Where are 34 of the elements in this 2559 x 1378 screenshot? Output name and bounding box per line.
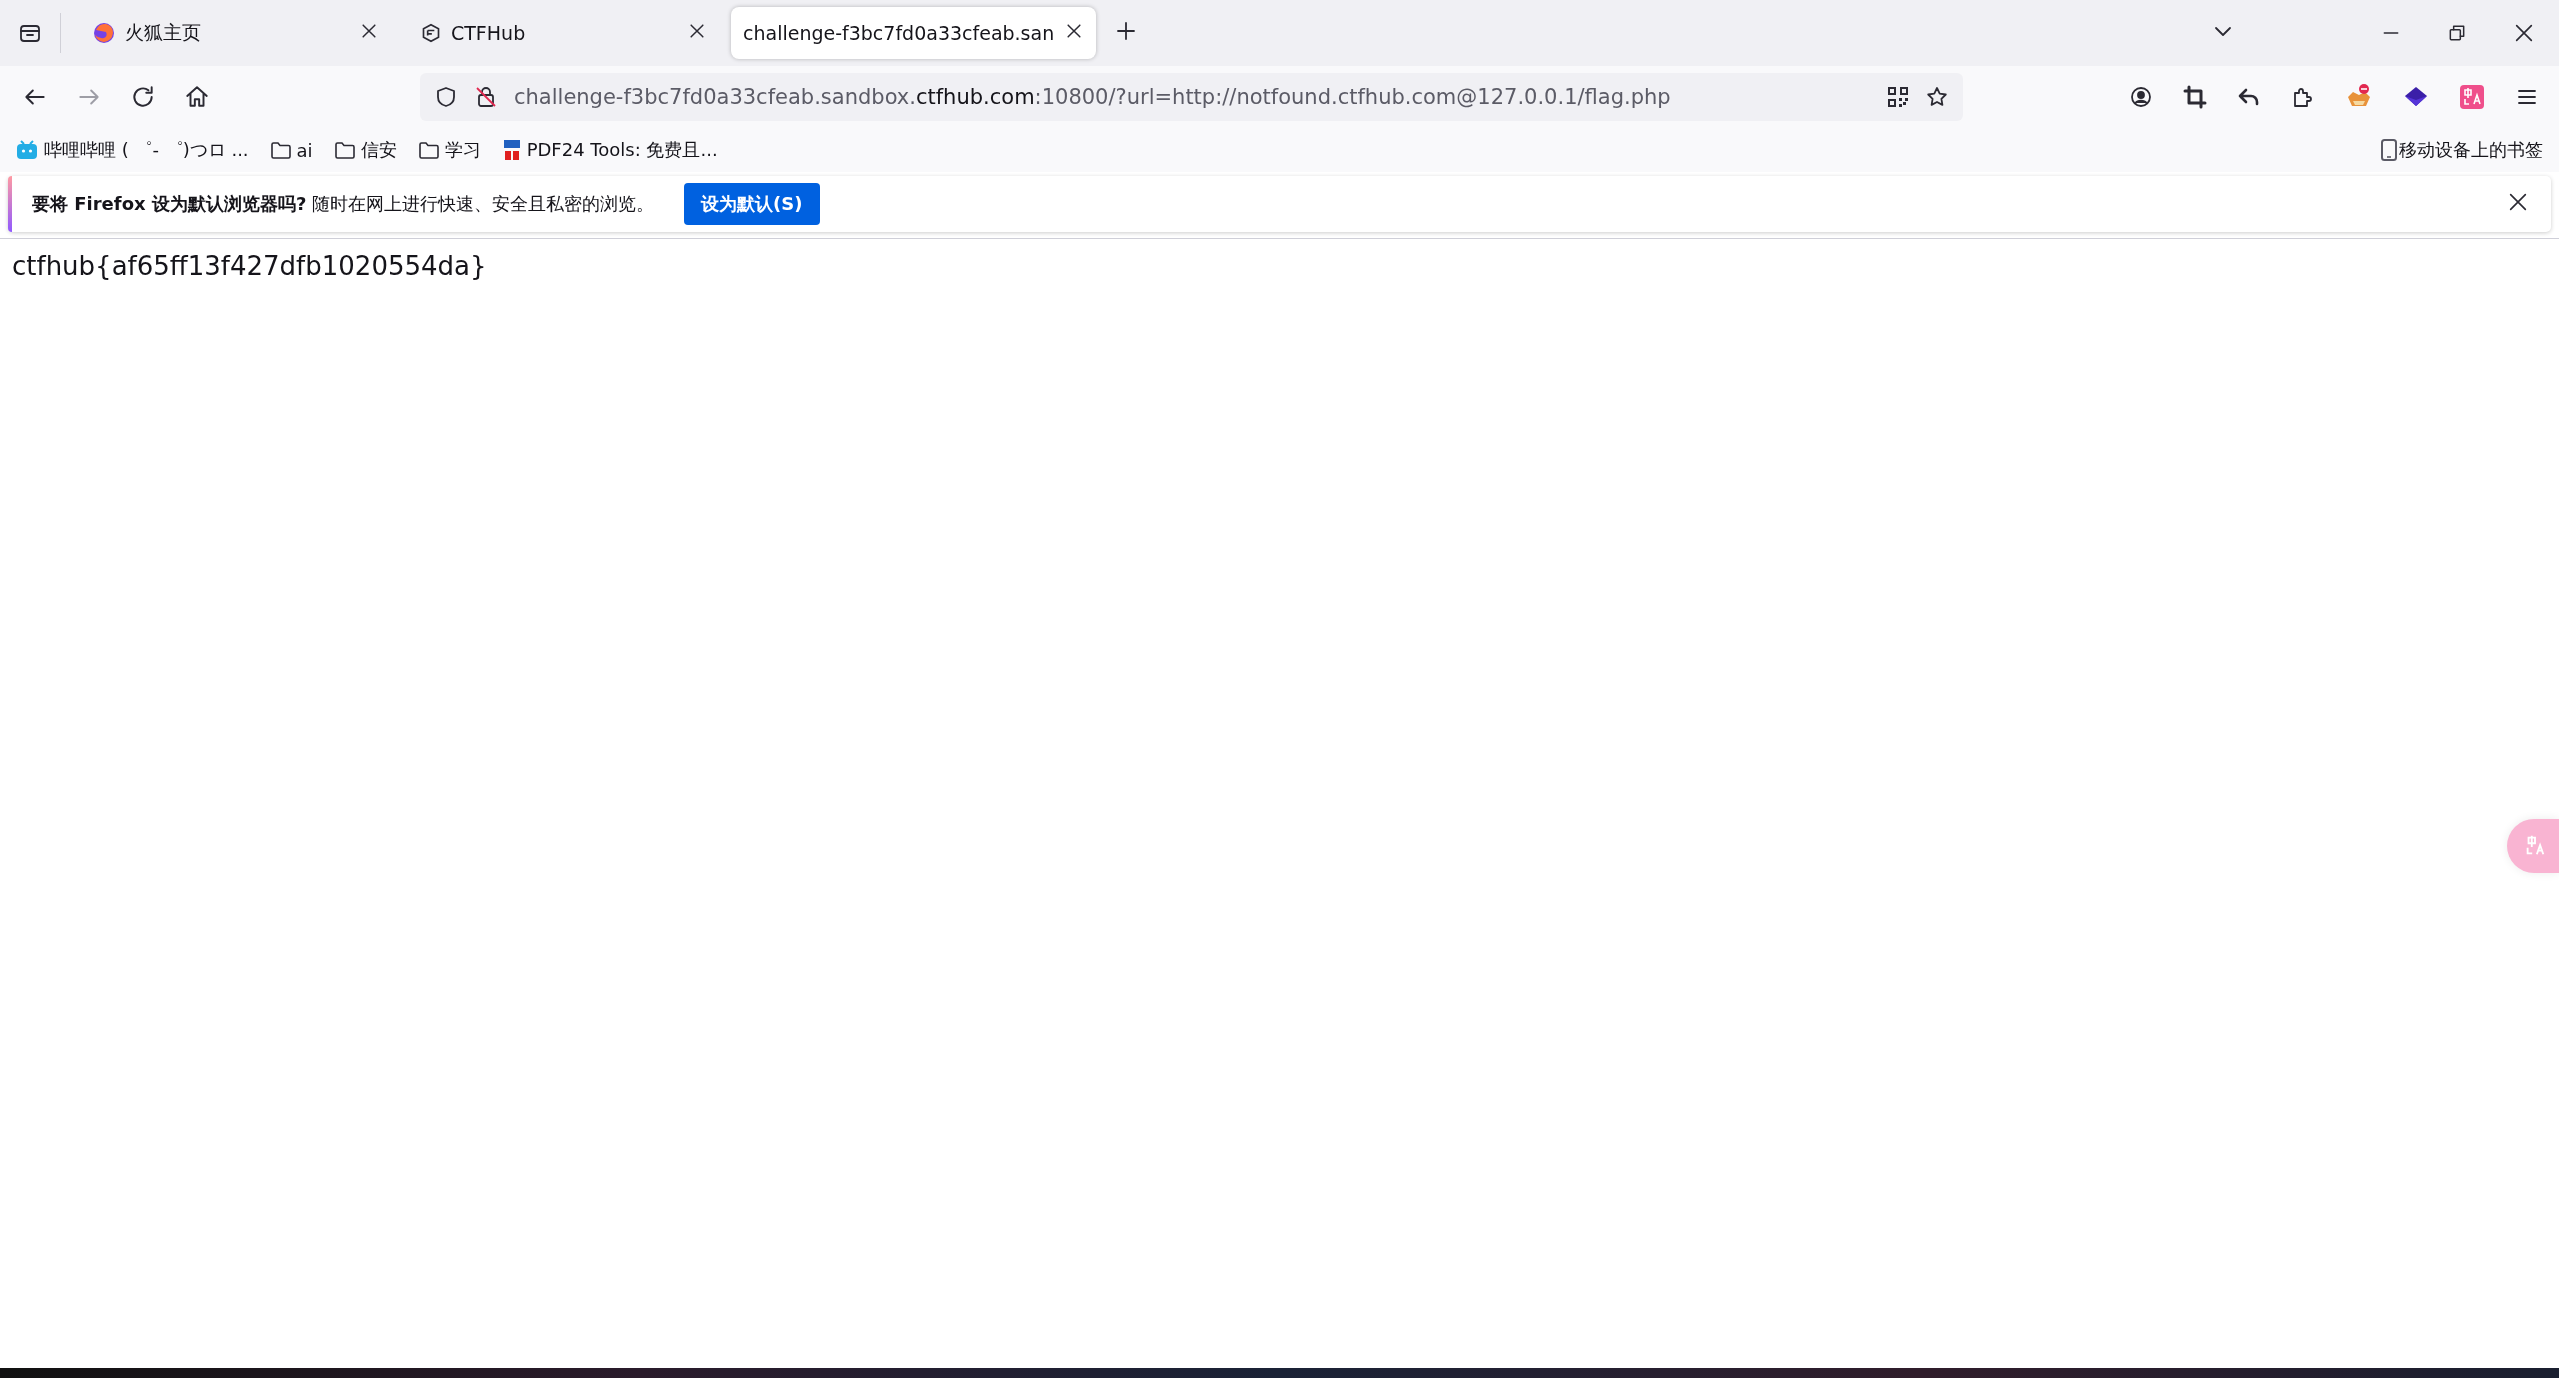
- bookmark-item[interactable]: 哔哩哔哩 ( ゜- ゜)つロ ...: [16, 138, 249, 162]
- close-notification-icon[interactable]: [2507, 191, 2529, 213]
- crop-icon[interactable]: [2183, 85, 2207, 109]
- folder-icon: [334, 141, 355, 159]
- browser-tab[interactable]: CTFHub: [403, 7, 721, 59]
- notification-message: 要将 Firefox 设为默认浏览器吗? 随时在网上进行快速、安全且私密的浏览。: [32, 192, 655, 216]
- browser-tab[interactable]: 火狐主页: [75, 7, 393, 59]
- translate-extension-icon[interactable]: [2459, 84, 2485, 110]
- hexagon-icon: [421, 23, 441, 43]
- shield-icon[interactable]: [434, 85, 458, 109]
- account-icon[interactable]: [2129, 85, 2153, 109]
- page-text: ctfhub{af65ff13f427dfb1020554da}: [12, 251, 487, 281]
- set-default-button[interactable]: 设为默认(S): [684, 183, 820, 225]
- reload-icon[interactable]: [130, 84, 156, 110]
- bookmark-item[interactable]: ai: [270, 139, 313, 161]
- folder-icon: [418, 141, 439, 159]
- puzzle-icon[interactable]: [2291, 85, 2315, 109]
- close-icon[interactable]: [2513, 22, 2535, 44]
- phone-icon: [2381, 139, 2397, 161]
- tv-icon: [16, 140, 38, 160]
- crossed-lock-icon[interactable]: [474, 85, 498, 109]
- globe-flame-icon: [93, 22, 115, 44]
- bookmark-item[interactable]: 学习: [418, 138, 481, 162]
- home-icon[interactable]: [184, 84, 210, 110]
- document-icon: [502, 139, 521, 161]
- bookmark-item[interactable]: PDF24 Tools: 免费且...: [502, 138, 718, 162]
- browser-tab[interactable]: challenge-f3bc7fd0a33cfeab.san: [731, 7, 1097, 59]
- restore-icon[interactable]: [2447, 23, 2467, 43]
- star-icon[interactable]: [1925, 85, 1949, 109]
- qr-code-icon[interactable]: [1887, 86, 1909, 108]
- bookmark-item[interactable]: 信安: [334, 138, 397, 162]
- folder-icon: [270, 141, 291, 159]
- address-bar[interactable]: challenge-f3bc7fd0a33cfeab.sandbox.ctfhub.com:10800/?url=http://notfound.ctfhub.com@127.0.0.1/flag.php: [420, 73, 1963, 121]
- mobile-bookmarks-button[interactable]: 移动设备上的书签: [2381, 138, 2543, 162]
